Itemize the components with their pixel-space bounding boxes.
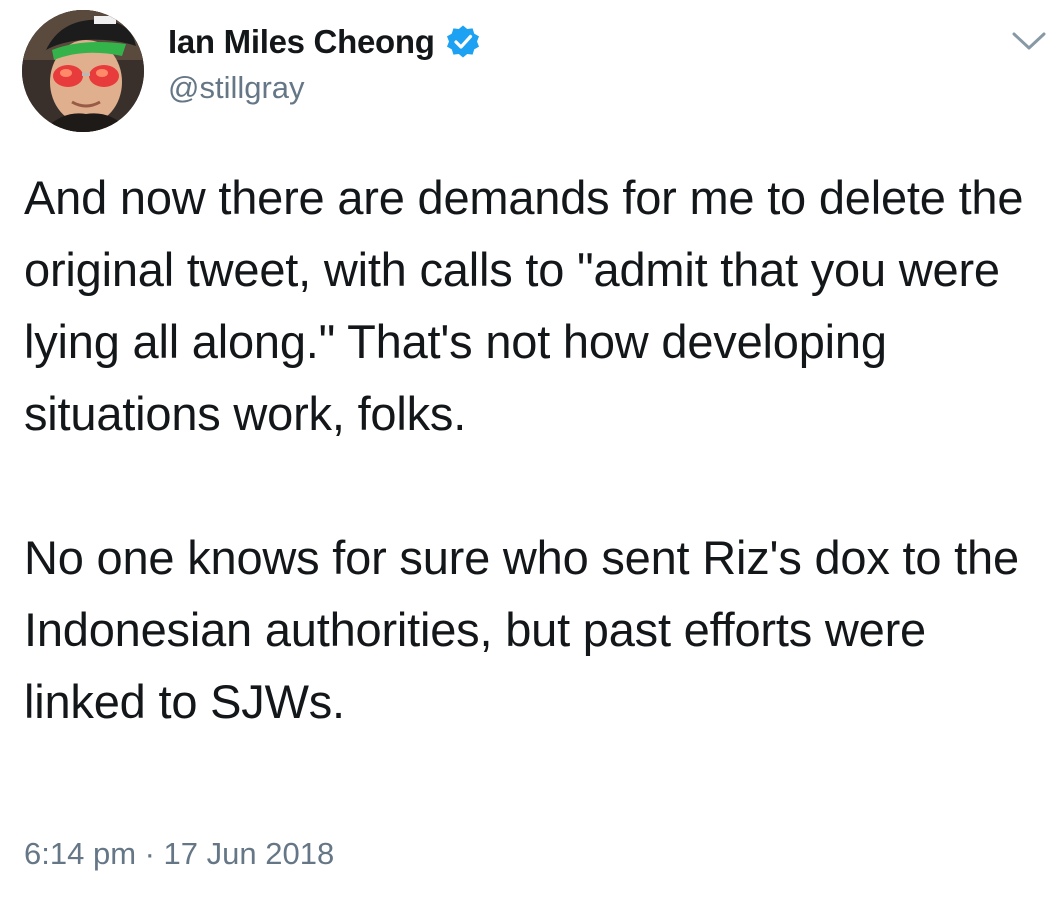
tweet-text: And now there are demands for me to dele… [24,162,1044,738]
display-name-row: Ian Miles Cheong [168,18,481,66]
user-handle[interactable]: @stillgray [168,70,305,106]
display-name[interactable]: Ian Miles Cheong [168,23,435,61]
tweet-timestamp[interactable]: 6:14 pm · 17 Jun 2018 [24,836,334,872]
chevron-down-icon[interactable] [1010,26,1048,56]
tweet-card: Ian Miles Cheong @stillgray And now ther… [0,0,1051,898]
verified-badge-icon [445,24,481,60]
avatar[interactable] [22,10,144,132]
tweet-paragraph: And now there are demands for me to dele… [24,171,1024,440]
profile-photo-icon [22,10,144,132]
tweet-paragraph: No one knows for sure who sent Riz's dox… [24,531,1019,728]
